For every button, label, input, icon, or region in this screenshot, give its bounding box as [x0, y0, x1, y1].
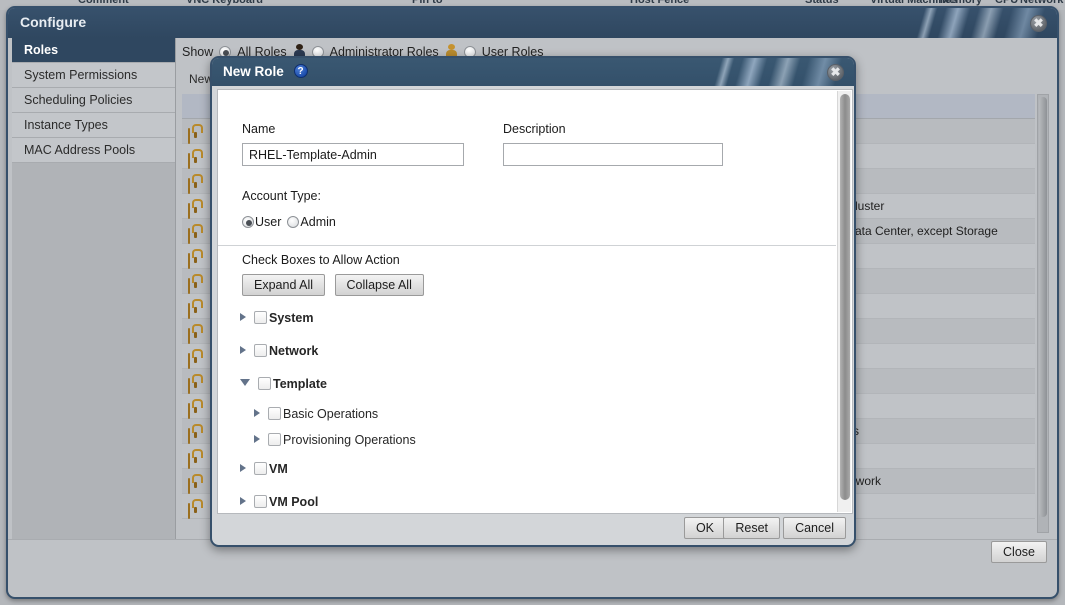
radio-account-type-user-label: User — [255, 215, 282, 229]
section-divider — [218, 245, 836, 246]
collapse-all-button[interactable]: Collapse All — [334, 274, 424, 296]
lock-icon — [188, 299, 204, 319]
new-role-footer: OK Reset Cancel — [212, 513, 854, 545]
check-boxes-header: Check Boxes to Allow Action — [242, 253, 400, 267]
lock-icon — [188, 149, 204, 169]
tree-node-label: Network — [269, 344, 319, 358]
scrollbar-thumb[interactable] — [1039, 97, 1047, 517]
chevron-right-icon[interactable] — [254, 409, 260, 417]
close-button[interactable]: Close — [991, 541, 1047, 563]
sidebar-item-scheduling-policies[interactable]: Scheduling Policies — [12, 88, 175, 113]
checkbox-vm[interactable] — [254, 462, 267, 475]
tree-node-provisioning-operations[interactable]: Provisioning Operations — [232, 427, 832, 453]
radio-account-type-admin-label: Admin — [300, 215, 336, 229]
sidebar-item-label: Roles — [24, 43, 59, 57]
lock-icon — [188, 424, 204, 444]
close-icon[interactable]: ✖ — [1030, 15, 1047, 32]
ok-button[interactable]: OK — [683, 517, 726, 539]
new-role-dialog: New Role ? ✖ Name Description Account Ty… — [210, 56, 856, 547]
titlebar-streak-decoration — [664, 58, 854, 86]
lock-icon — [188, 174, 204, 194]
tree-node-label: Basic Operations — [283, 407, 379, 421]
permissions-tree: System Network Template Basic Operations… — [232, 302, 832, 513]
checkbox-system[interactable] — [254, 311, 267, 324]
lock-icon — [188, 374, 204, 394]
show-filter-label: Show — [182, 44, 214, 59]
new-role-title-bar: New Role ? ✖ — [212, 58, 854, 86]
chevron-right-icon[interactable] — [240, 497, 246, 505]
radio-account-type-admin[interactable] — [287, 216, 300, 228]
account-type-radio-group: User Admin — [242, 215, 342, 229]
sidebar-item-label: Instance Types — [24, 118, 108, 132]
chevron-down-icon[interactable] — [240, 379, 250, 386]
sidebar-item-label: System Permissions — [24, 68, 138, 82]
description-input[interactable] — [503, 143, 723, 166]
chevron-right-icon[interactable] — [240, 464, 246, 472]
checkbox-vm-pool[interactable] — [254, 495, 267, 508]
tree-node-label: Template — [273, 377, 327, 391]
radio-account-type-user[interactable] — [242, 216, 254, 228]
titlebar-streak-decoration — [867, 8, 1057, 38]
lock-icon — [188, 199, 204, 219]
lock-icon — [188, 224, 204, 244]
configure-title-bar: Configure ✖ — [8, 8, 1057, 38]
new-role-body: Name Description Account Type: User Admin… — [217, 89, 853, 514]
tree-controls: Expand All Collapse All — [242, 274, 429, 296]
tree-node-vm[interactable]: VM — [232, 453, 832, 486]
tree-node-vm-pool[interactable]: VM Pool — [232, 486, 832, 513]
dialog-scrollbar[interactable] — [837, 91, 851, 512]
lock-icon — [188, 474, 204, 494]
sidebar-item-label: Scheduling Policies — [24, 93, 133, 107]
lock-icon — [188, 324, 204, 344]
new-role-dialog-title: New Role — [223, 64, 284, 79]
tree-node-network[interactable]: Network — [232, 335, 832, 368]
roles-table-scrollbar[interactable] — [1037, 94, 1049, 533]
checkbox-basic-operations[interactable] — [268, 407, 281, 420]
sidebar-item-label: MAC Address Pools — [24, 143, 136, 157]
tree-node-label: Provisioning Operations — [283, 433, 416, 447]
lock-icon — [188, 249, 204, 269]
lock-icon — [188, 124, 204, 144]
reset-button[interactable]: Reset — [723, 517, 780, 539]
sidebar-item-mac-address-pools[interactable]: MAC Address Pools — [12, 138, 175, 163]
lock-icon — [188, 499, 204, 519]
sidebar-item-instance-types[interactable]: Instance Types — [12, 113, 175, 138]
role-description: c Data Center, except Storage — [837, 224, 998, 238]
lock-icon — [188, 449, 204, 469]
lock-icon — [188, 274, 204, 294]
screen-root: Comment VNC Keyboard Pin to Host Fence S… — [0, 0, 1065, 605]
close-icon[interactable]: ✖ — [827, 64, 844, 81]
chevron-right-icon[interactable] — [240, 313, 246, 321]
sidebar-item-system-permissions[interactable]: System Permissions — [12, 63, 175, 88]
chevron-right-icon[interactable] — [240, 346, 246, 354]
chevron-right-icon[interactable] — [254, 435, 260, 443]
tree-node-label: VM — [269, 462, 288, 476]
lock-icon — [188, 399, 204, 419]
scrollbar-thumb[interactable] — [840, 94, 850, 500]
tree-node-basic-operations[interactable]: Basic Operations — [232, 401, 832, 427]
checkbox-provisioning-operations[interactable] — [268, 433, 281, 446]
cancel-button[interactable]: Cancel — [783, 517, 846, 539]
description-label: Description — [503, 122, 566, 136]
tree-node-template[interactable]: Template — [232, 368, 832, 401]
tree-node-label: VM Pool — [269, 495, 319, 509]
checkbox-network[interactable] — [254, 344, 267, 357]
account-type-label: Account Type: — [242, 189, 321, 203]
checkbox-template[interactable] — [258, 377, 271, 390]
configure-sidebar: Roles System Permissions Scheduling Poli… — [12, 38, 176, 569]
tree-node-label: System — [269, 311, 314, 325]
sidebar-item-roles[interactable]: Roles — [12, 38, 175, 63]
name-label: Name — [242, 122, 276, 136]
tree-node-system[interactable]: System — [232, 302, 832, 335]
expand-all-button[interactable]: Expand All — [242, 274, 326, 296]
lock-icon — [188, 349, 204, 369]
configure-window-title: Configure — [20, 14, 87, 30]
help-icon[interactable]: ? — [293, 64, 308, 78]
name-input[interactable] — [242, 143, 464, 166]
